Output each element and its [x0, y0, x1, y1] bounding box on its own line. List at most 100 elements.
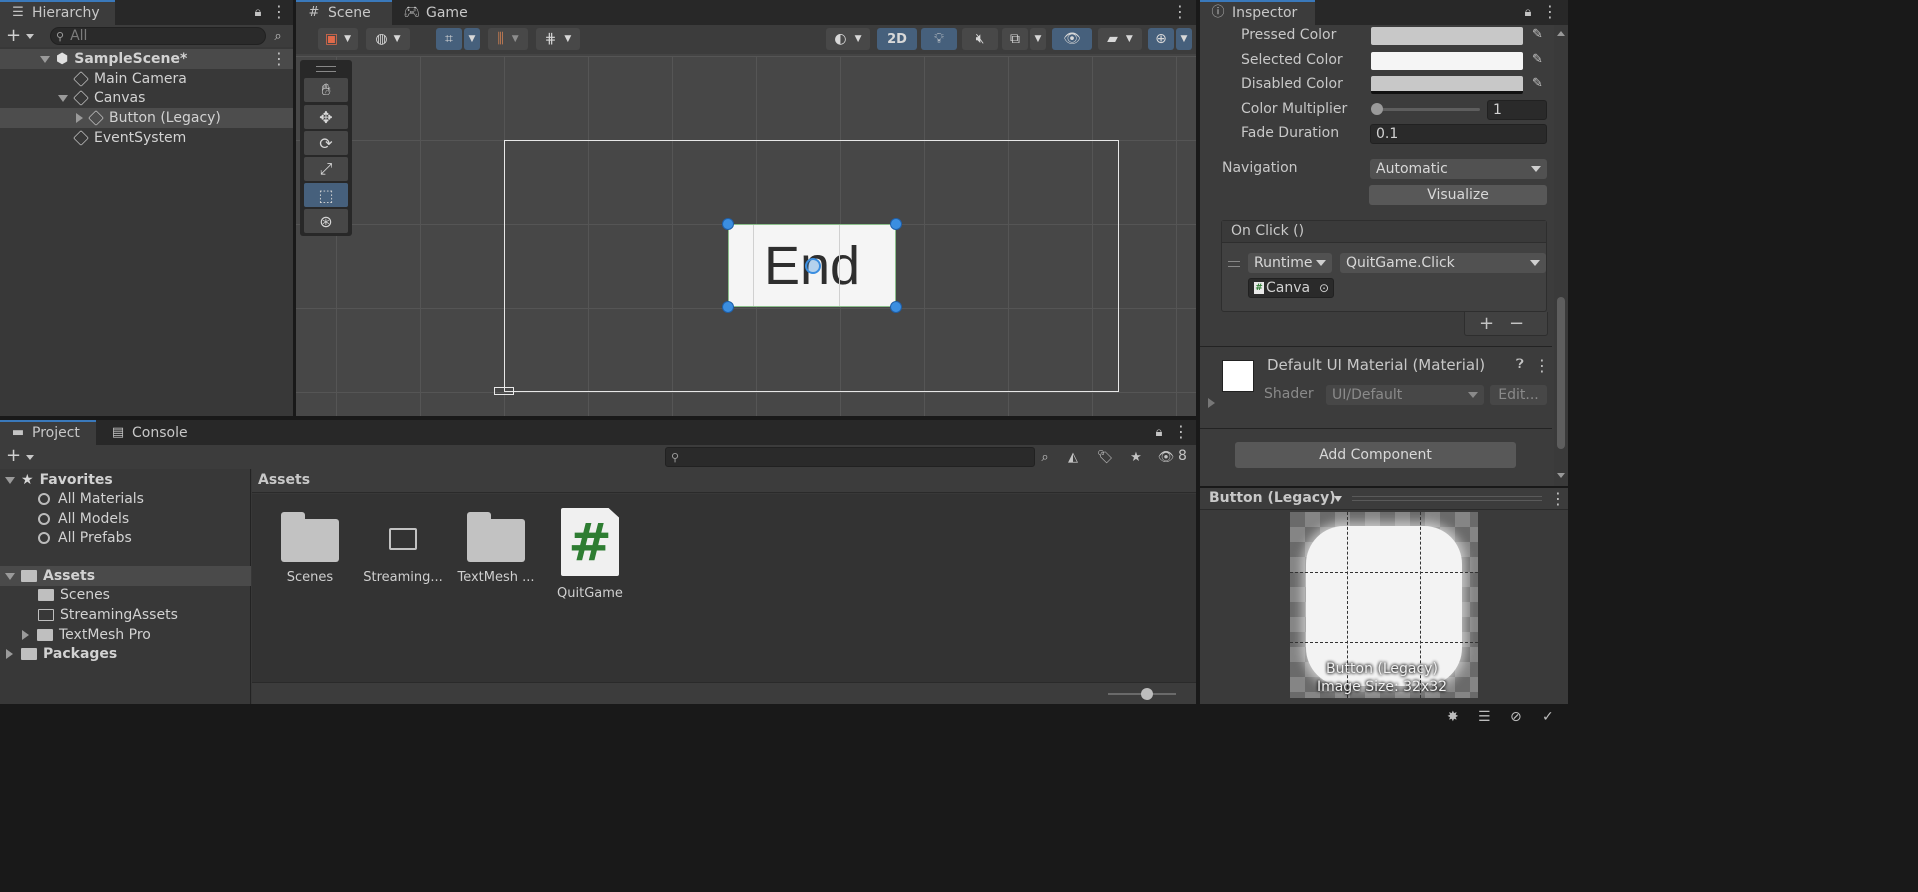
tree-asset-folder[interactable]: StreamingAssets [0, 605, 251, 625]
preview-drag-handle[interactable] [1352, 496, 1542, 501]
material-foldout-chevron-icon[interactable] [1208, 398, 1215, 408]
resize-handle-top-right[interactable] [890, 218, 902, 230]
expand-chevron-icon[interactable] [40, 55, 50, 63]
filter-by-label-icon[interactable]: 🏷︎ [1097, 449, 1114, 465]
cache-server-icon[interactable]: ☰ [1478, 709, 1491, 725]
eyedropper-icon[interactable]: ✎ [1532, 76, 1543, 91]
camera-settings-button[interactable]: ▰ ▼ [1098, 28, 1142, 50]
tab-scene[interactable]: # Scene [296, 0, 392, 25]
lock-icon[interactable]: 🔒︎ [1151, 424, 1167, 440]
hierarchy-row-eventsystem[interactable]: EventSystem [0, 128, 293, 148]
scroll-up-arrow-icon[interactable] [1557, 31, 1565, 36]
tree-favorites[interactable]: ★ Favorites [0, 470, 251, 490]
disabled-color-swatch[interactable] [1371, 76, 1523, 94]
create-asset-icon[interactable]: + [6, 445, 21, 466]
visualize-button[interactable]: Visualize [1369, 185, 1547, 205]
color-multiplier-input[interactable]: 1 [1487, 100, 1547, 120]
move-tool-button[interactable]: ✥ [304, 105, 348, 129]
project-search-input[interactable]: ⚲ [665, 447, 1035, 467]
hierarchy-row-scene[interactable]: ⬢ SampleScene* ⋮ [0, 49, 293, 69]
effects-dropdown[interactable]: ▼ [1030, 28, 1046, 50]
asset-script-quitgame[interactable]: # QuitGame [550, 508, 630, 601]
draw-mode-button[interactable]: ▣ ▼ [318, 28, 358, 50]
tab-hierarchy[interactable]: ☰ Hierarchy [0, 0, 115, 25]
tab-console[interactable]: ▤ Console [100, 420, 200, 445]
scene-more-icon[interactable]: ⋮ [271, 50, 287, 68]
tree-assets[interactable]: Assets [0, 566, 251, 586]
audio-toggle-button[interactable]: 🔇︎ [962, 28, 998, 50]
fade-duration-input[interactable]: 0.1 [1370, 124, 1547, 144]
eyedropper-icon[interactable]: ✎ [1532, 27, 1543, 42]
toggle-2d-button[interactable]: 2D [877, 28, 917, 50]
preview-more-icon[interactable]: ⋮ [1550, 490, 1566, 508]
hierarchy-row-button-legacy[interactable]: Button (Legacy) [0, 108, 293, 128]
lock-icon[interactable]: 🔒︎ [1520, 4, 1536, 20]
hidden-objects-toggle-button[interactable]: 👁︎ [1052, 28, 1092, 50]
breadcrumb-assets[interactable]: Assets [258, 472, 310, 488]
tree-asset-folder[interactable]: TextMesh Pro [0, 625, 251, 645]
status-check-icon[interactable]: ✓ [1542, 709, 1554, 725]
selected-color-swatch[interactable] [1371, 52, 1523, 70]
add-icon[interactable]: + [6, 25, 21, 46]
shading-mode-button[interactable]: ◐ ▼ [826, 28, 870, 50]
collapse-chevron-icon[interactable] [76, 113, 83, 123]
more-menu-icon[interactable]: ⋮ [271, 3, 287, 21]
overlay-drag-handle[interactable] [316, 66, 336, 72]
lighting-toggle-button[interactable]: 💡︎ [921, 28, 957, 50]
canvas-anchor-handle[interactable] [494, 387, 514, 395]
scroll-down-arrow-icon[interactable] [1557, 473, 1565, 478]
pressed-color-swatch[interactable] [1371, 27, 1523, 45]
hierarchy-search-input[interactable]: ⚲ All [50, 27, 266, 45]
remove-listener-button[interactable]: − [1509, 313, 1524, 334]
reorder-handle[interactable] [1228, 261, 1240, 267]
auto-refresh-off-icon[interactable]: ⊘ [1510, 709, 1522, 725]
hand-tool-button[interactable]: ✋︎ [304, 78, 348, 102]
tree-favorite-item[interactable]: All Prefabs [0, 528, 251, 548]
rect-tool-button[interactable]: ⬚ [304, 183, 348, 207]
effects-toggle-button[interactable]: ⧉ [1002, 28, 1028, 50]
tab-project[interactable]: ▬ Project [0, 420, 96, 445]
material-more-icon[interactable]: ⋮ [1534, 357, 1550, 375]
lock-icon[interactable]: 🔒︎ [250, 4, 266, 20]
collapse-chevron-icon[interactable] [22, 630, 29, 640]
hierarchy-row-canvas[interactable]: Canvas [0, 88, 293, 108]
eyedropper-icon[interactable]: ✎ [1532, 52, 1543, 67]
grid-snap-button[interactable]: ⌗ [436, 28, 462, 50]
grid-snap-dropdown[interactable]: ▼ [464, 28, 480, 50]
collapse-chevron-icon[interactable] [6, 649, 13, 659]
icon-size-slider-thumb[interactable] [1141, 688, 1153, 700]
increment-snap-button[interactable]: ⫼ ▼ [488, 28, 528, 50]
search-type-icon[interactable]: ⌕ [1037, 449, 1053, 465]
object-picker-icon[interactable]: ⊙ [1319, 281, 1329, 295]
scene-search-icon[interactable]: ⌕ [270, 28, 286, 44]
preview-dropdown-chevron-icon[interactable] [1334, 496, 1342, 502]
scrollbar-thumb[interactable] [1557, 297, 1565, 449]
gizmos-button[interactable]: ⊕ [1148, 28, 1174, 50]
expand-chevron-icon[interactable] [58, 94, 68, 102]
add-component-button[interactable]: Add Component [1235, 442, 1516, 468]
scale-tool-button[interactable]: ⤢ [304, 157, 348, 181]
runtime-dropdown[interactable]: Runtime [1248, 253, 1332, 273]
add-listener-button[interactable]: + [1479, 313, 1494, 334]
tree-favorite-item[interactable]: All Models [0, 509, 251, 529]
tree-packages[interactable]: Packages [0, 644, 251, 664]
resize-handle-bottom-right[interactable] [890, 301, 902, 313]
tab-game[interactable]: 🎮︎ Game [394, 0, 474, 25]
resize-handle-bottom-left[interactable] [722, 301, 734, 313]
more-menu-icon[interactable]: ⋮ [1173, 423, 1189, 441]
hidden-packages-icon[interactable]: 👁︎ [1158, 449, 1175, 465]
debug-bug-icon[interactable]: ✸ [1447, 709, 1459, 725]
rotate-tool-button[interactable]: ⟳ [304, 131, 348, 155]
scene-viewport[interactable]: End [296, 56, 1196, 416]
favorite-star-icon[interactable]: ★ [1128, 449, 1144, 465]
edit-shader-button[interactable]: Edit... [1490, 385, 1547, 405]
tree-favorite-item[interactable]: All Materials [0, 489, 251, 509]
create-dropdown-chevron-icon[interactable] [26, 455, 34, 460]
expand-chevron-icon[interactable] [5, 572, 15, 580]
scene-globe-button[interactable]: ◍ ▼ [366, 28, 410, 50]
more-menu-icon[interactable]: ⋮ [1542, 3, 1558, 21]
grid-visibility-button[interactable]: ⋕ ▼ [536, 28, 580, 50]
tree-asset-folder[interactable]: Scenes [0, 585, 251, 605]
target-object-field[interactable]: # Canva ⊙ [1248, 278, 1334, 298]
function-dropdown[interactable]: QuitGame.Click [1340, 253, 1546, 273]
